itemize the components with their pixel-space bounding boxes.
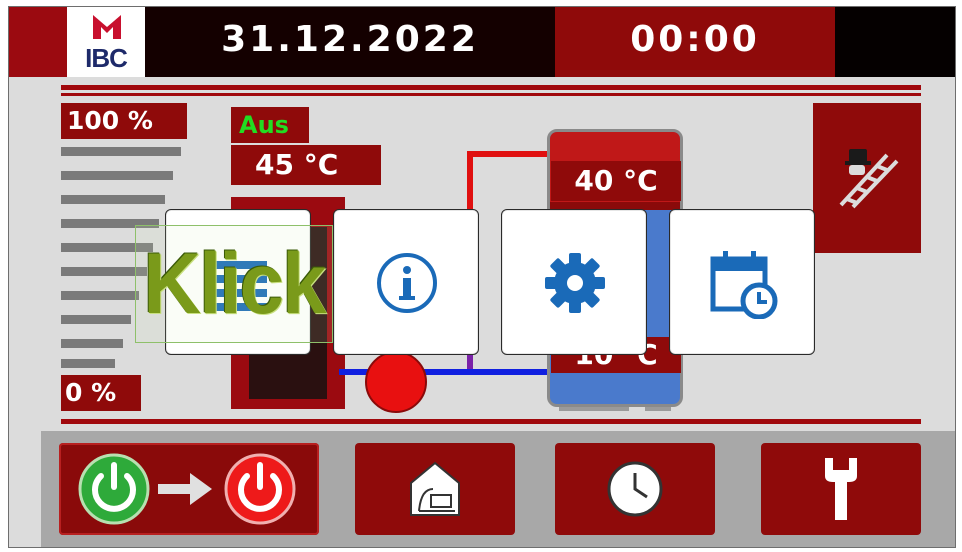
menu-tile-info[interactable] [333, 209, 479, 355]
clock-icon [607, 461, 663, 517]
chimney-sweep-button[interactable] [813, 103, 921, 253]
header-left-panel [9, 7, 67, 77]
chimney-sweep-icon [839, 149, 899, 209]
supply-pipe [467, 151, 549, 157]
level-bar [61, 291, 139, 300]
logo-mark-icon [93, 15, 121, 39]
header-right-panel [835, 7, 955, 77]
logo-text: IBC [85, 43, 128, 73]
level-bar [61, 359, 115, 368]
date-text: 31.12.2022 [221, 19, 479, 60]
app-screen: IBC 31.12.2022 00:00 100 % 0 % Aus 45 °C… [8, 6, 956, 548]
house-heating-icon [410, 461, 460, 516]
power-toggle-button[interactable] [59, 443, 319, 535]
service-button[interactable] [761, 443, 921, 535]
header-divider-thin [61, 93, 921, 96]
calendar-clock-icon [710, 251, 778, 319]
tank-feet [559, 407, 671, 411]
menu-tile-settings[interactable] [501, 209, 647, 355]
power-switch-icon [78, 453, 296, 525]
level-max-label: 100 % [61, 103, 187, 139]
level-bar [61, 339, 123, 348]
klick-hint-overlay: Klick [135, 225, 333, 343]
header-divider [61, 85, 921, 90]
pump-icon [365, 351, 427, 413]
boiler-status: Aus [231, 107, 309, 143]
time-display[interactable]: 00:00 [555, 7, 835, 77]
gear-icon [545, 253, 605, 313]
level-bar [61, 195, 165, 204]
level-bar [61, 315, 131, 324]
tank-top-temperature: 40 °C [551, 161, 681, 201]
ibc-logo: IBC [67, 7, 145, 77]
heating-circuit-button[interactable] [355, 443, 515, 535]
info-icon [377, 253, 437, 313]
level-bar [61, 171, 173, 180]
wrench-icon [825, 458, 857, 520]
level-bar [61, 147, 181, 156]
date-display[interactable]: 31.12.2022 [145, 7, 555, 77]
footer-divider [61, 419, 921, 424]
menu-tile-schedule[interactable] [669, 209, 815, 355]
time-program-button[interactable] [555, 443, 715, 535]
boiler-temperature: 45 °C [231, 145, 381, 185]
level-min-label: 0 % [61, 375, 141, 411]
klick-hint-text: Klick [143, 235, 326, 332]
time-text: 00:00 [630, 19, 760, 60]
